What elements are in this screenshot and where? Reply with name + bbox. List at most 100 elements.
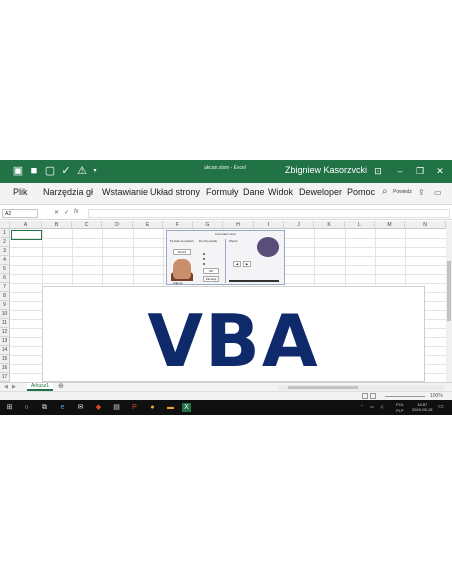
clock[interactable]: 16:57 2019-05-15 (412, 402, 432, 412)
close-icon[interactable]: ✕ (430, 163, 450, 179)
row-header[interactable]: 10 (0, 310, 10, 319)
row-header[interactable]: 7 (0, 283, 10, 292)
option-checkbox[interactable] (203, 258, 205, 260)
search-icon[interactable]: ⌕ (382, 186, 388, 197)
row-header[interactable]: 14 (0, 346, 10, 355)
start-icon[interactable]: ⊞ (5, 403, 14, 412)
userform-picture[interactable]: Formularz okno Ta lista do wyboru Do lis… (166, 230, 285, 285)
tab-home[interactable]: Narzędzia gł (43, 187, 93, 197)
tab-formulas[interactable]: Formuły (206, 187, 239, 197)
row-header[interactable]: 5 (0, 265, 10, 274)
formula-input[interactable] (88, 209, 450, 218)
column-header[interactable]: K (314, 221, 345, 229)
store-icon[interactable]: ▤ (112, 403, 121, 412)
excel-icon[interactable]: X (182, 403, 191, 412)
edge-icon[interactable]: e (58, 403, 67, 412)
restore-icon[interactable]: ❐ (410, 163, 430, 179)
network-icon[interactable]: ▭ (370, 404, 374, 409)
selected-cell-a2[interactable] (11, 230, 42, 240)
horizontal-scroll-thumb[interactable] (288, 386, 358, 389)
vertical-scroll-thumb[interactable] (447, 261, 451, 321)
tab-developer[interactable]: Deweloper (299, 187, 342, 197)
column-header[interactable]: M (375, 221, 405, 229)
volume-icon[interactable]: ◁ (380, 404, 383, 409)
tray-up-icon[interactable]: ⌃ (360, 404, 363, 409)
name-box[interactable]: A2 (2, 209, 38, 218)
insert-function-icon[interactable]: fx (74, 209, 79, 215)
row-header[interactable]: 8 (0, 292, 10, 301)
normal-view-icon[interactable] (362, 393, 368, 399)
tell-me-box[interactable]: Powiedz (393, 189, 412, 195)
column-header[interactable]: F (163, 221, 193, 229)
keyboard-layout[interactable]: PLP (396, 408, 404, 413)
row-header[interactable]: 6 (0, 274, 10, 283)
ribbon-display-options-icon[interactable]: ⊡ (368, 163, 388, 179)
row-header[interactable]: 9 (0, 301, 10, 310)
row-header[interactable]: 2 (0, 238, 10, 247)
tab-view[interactable]: Widok (268, 187, 293, 197)
next-button[interactable]: ▶ (243, 261, 251, 267)
tab-file[interactable]: Plik (13, 187, 28, 197)
option-checkbox[interactable] (203, 253, 205, 255)
save-icon[interactable]: ■ (28, 164, 40, 178)
photo-button[interactable]: Obraz (173, 249, 191, 255)
tab-page-layout[interactable]: Układ strony (150, 187, 200, 197)
cancel-icon[interactable]: ✕ (54, 209, 59, 216)
notifications-icon[interactable]: ▭ (438, 403, 444, 410)
row-header[interactable]: 4 (0, 256, 10, 265)
sheet-tab-arkusz1[interactable]: Arkusz1 (27, 383, 53, 391)
select-all-corner[interactable] (0, 221, 10, 229)
row-header[interactable]: 17 (0, 373, 10, 382)
vertical-scrollbar[interactable] (446, 221, 452, 382)
column-header[interactable]: E (133, 221, 163, 229)
page-layout-view-icon[interactable] (370, 393, 376, 399)
vba-banner-picture[interactable]: VBA (42, 286, 425, 382)
prev-button[interactable]: ◀ (233, 261, 241, 267)
acrobat-icon[interactable]: ◆ (94, 403, 103, 412)
row-header[interactable]: 1 (0, 229, 10, 238)
row-header[interactable]: 12 (0, 328, 10, 337)
tab-help[interactable]: Pomoc (347, 187, 375, 197)
column-header[interactable]: H (223, 221, 254, 229)
warning-icon[interactable]: ⚠ (76, 164, 88, 178)
option-checkbox[interactable] (203, 263, 205, 265)
share-icon[interactable]: ⇪ (418, 188, 425, 197)
column-header[interactable]: G (193, 221, 223, 229)
close-button[interactable]: Zamknij (203, 276, 219, 282)
sheet-next-icon[interactable]: ▶ (12, 384, 16, 390)
row-header[interactable]: 13 (0, 337, 10, 346)
zoom-level[interactable]: 100% (430, 393, 443, 399)
explorer-icon[interactable]: ▬ (166, 403, 175, 412)
search-icon[interactable]: ○ (22, 403, 31, 412)
chrome-icon[interactable]: ● (148, 403, 157, 412)
ok-button[interactable]: OK (203, 268, 219, 274)
zoom-slider[interactable] (385, 396, 425, 397)
row-header[interactable]: 16 (0, 364, 10, 373)
column-header[interactable]: I (254, 221, 284, 229)
horizontal-scrollbar[interactable] (278, 385, 444, 390)
column-header[interactable]: J (284, 221, 314, 229)
row-header[interactable]: 11 (0, 319, 10, 328)
task-view-icon[interactable]: ⧉ (40, 403, 49, 412)
row-header[interactable]: 3 (0, 247, 10, 256)
mail-icon[interactable]: ✉ (76, 403, 85, 412)
input-language[interactable]: POL (396, 402, 404, 407)
column-header[interactable]: N (405, 221, 446, 229)
column-header[interactable]: A (10, 221, 42, 229)
row-header[interactable]: 15 (0, 355, 10, 364)
sheet-prev-icon[interactable]: ◀ (4, 384, 8, 390)
new-document-icon[interactable]: ▢ (44, 164, 56, 178)
tab-insert[interactable]: Wstawianie (102, 187, 148, 197)
powerpoint-icon[interactable]: P (130, 403, 139, 412)
column-header[interactable]: B (42, 221, 72, 229)
column-header[interactable]: D (102, 221, 133, 229)
worksheet-grid[interactable]: A B C D E F G H I J K L M N 1 2 3 4 5 6 … (0, 221, 446, 382)
column-header[interactable]: L (345, 221, 375, 229)
customize-quick-access-icon[interactable]: ▾ (91, 164, 99, 178)
format-painter-icon[interactable]: ✓ (60, 164, 72, 178)
enter-icon[interactable]: ✓ (64, 209, 69, 216)
minimize-icon[interactable]: – (390, 163, 410, 179)
user-name[interactable]: Zbigniew Kasorzvcki (285, 165, 367, 175)
tab-data[interactable]: Dane (243, 187, 265, 197)
add-sheet-icon[interactable]: ⊕ (58, 383, 64, 391)
